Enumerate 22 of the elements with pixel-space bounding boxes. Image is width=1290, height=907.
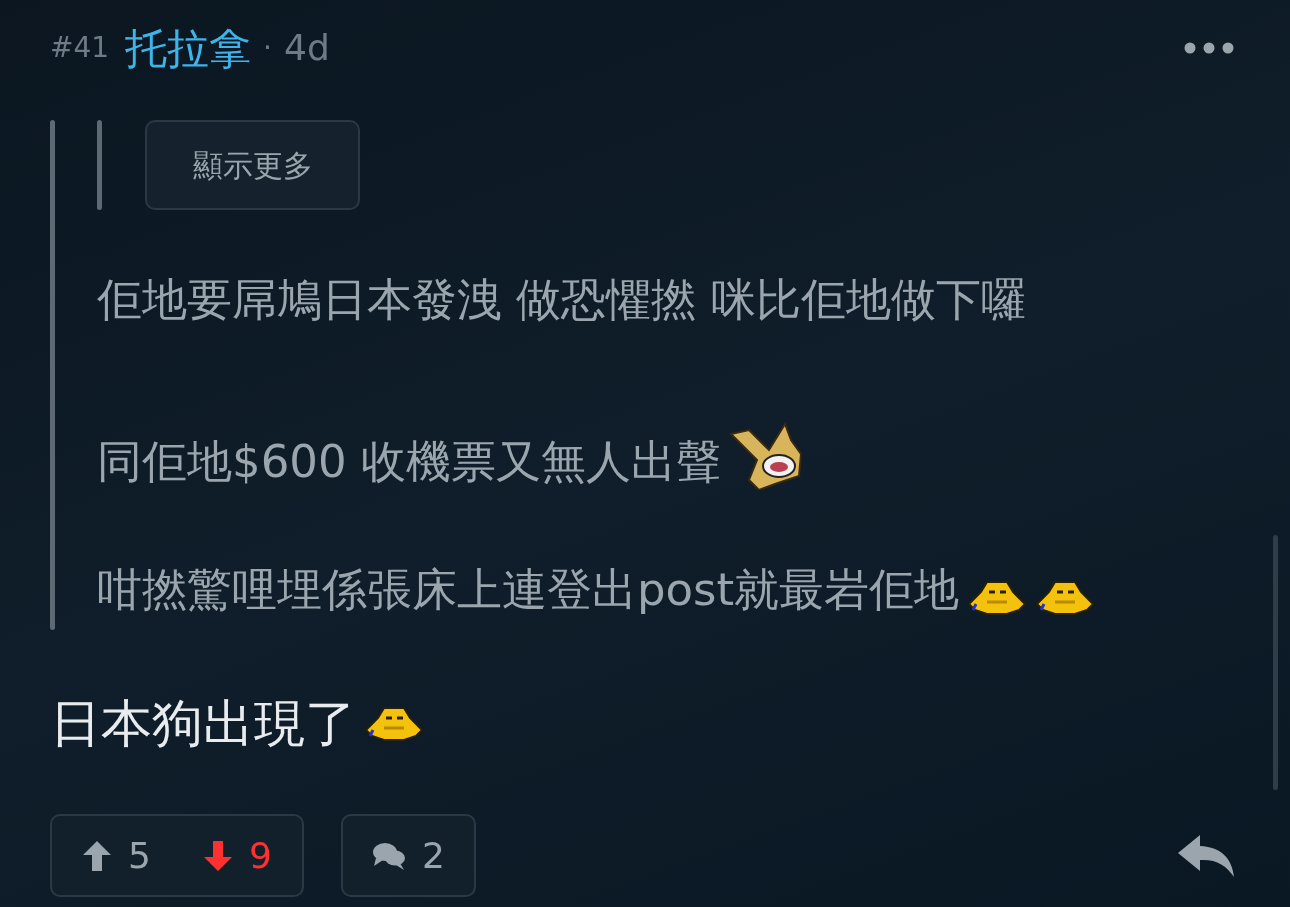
comments-button[interactable]: 2 — [341, 814, 476, 897]
down-arrow-icon — [203, 839, 234, 872]
author-name[interactable]: 托拉拿 — [125, 16, 252, 80]
up-arrow-icon — [82, 839, 112, 872]
reply-icon[interactable] — [1176, 832, 1236, 879]
more-icon[interactable] — [1184, 42, 1234, 54]
downvote-button[interactable]: 9 — [203, 828, 272, 883]
quote-line: 同佢地$600 收機票又無人出聲 — [97, 434, 721, 490]
quote-line: 咁撚驚哩埋係張床上連登出post就最岩佢地 — [97, 562, 960, 618]
sticker-icon — [728, 420, 803, 490]
upvote-button[interactable]: 5 — [82, 828, 151, 883]
crying-face-icon — [967, 578, 1028, 618]
post-number: #41 — [50, 30, 110, 66]
post-age: 4d — [284, 26, 330, 70]
show-more-button[interactable]: 顯示更多 — [145, 120, 360, 210]
scrollbar[interactable] — [1273, 535, 1278, 790]
post-text: 日本狗出現了 — [50, 694, 356, 754]
crying-face-icon — [364, 704, 424, 744]
separator: · — [263, 30, 272, 66]
speech-bubbles-icon — [372, 840, 407, 871]
quote-line: 佢地要屌鳩日本發洩 做恐懼撚 咪比佢地做下囉 — [97, 272, 1026, 328]
crying-face-icon — [1035, 578, 1096, 618]
